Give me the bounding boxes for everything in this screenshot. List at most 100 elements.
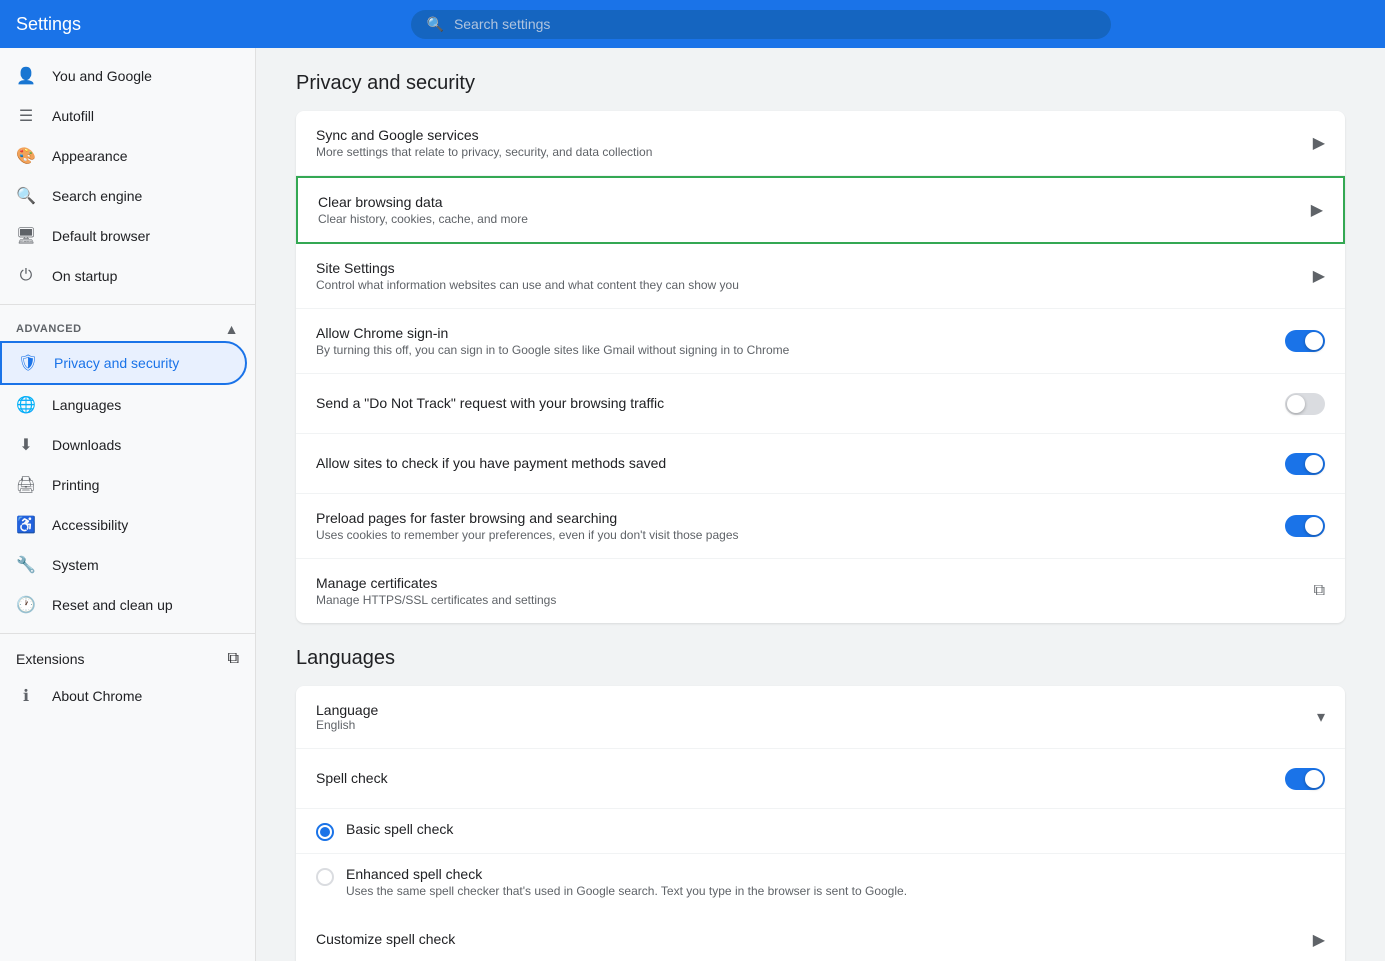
sidebar-label-reset: Reset and clean up: [52, 597, 173, 613]
sidebar-item-you-google[interactable]: 👤 You and Google: [0, 56, 247, 96]
sidebar-label-you-google: You and Google: [52, 68, 152, 84]
sidebar-item-appearance[interactable]: 🎨 Appearance: [0, 136, 247, 176]
allow-signin-text: Allow Chrome sign-in By turning this off…: [316, 325, 1285, 357]
privacy-card: Sync and Google services More settings t…: [296, 111, 1345, 623]
sync-google-title: Sync and Google services: [316, 127, 1297, 143]
do-not-track-title: Send a "Do Not Track" request with your …: [316, 395, 1285, 411]
chevron-down-icon: ▾: [1317, 707, 1325, 727]
sidebar-label-search-engine: Search engine: [52, 188, 142, 204]
sidebar-label-default-browser: Default browser: [52, 228, 150, 244]
site-settings-sub: Control what information websites can us…: [316, 278, 1297, 292]
spell-check-row[interactable]: Spell check: [296, 749, 1345, 809]
chevron-right-icon: ▶: [1311, 200, 1323, 220]
spell-option-enhanced[interactable]: Enhanced spell check Uses the same spell…: [296, 854, 1345, 910]
language-text: Language English: [316, 702, 1317, 732]
customize-spell-title: Customize spell check: [316, 931, 1297, 947]
downloads-icon: ⬇: [16, 435, 36, 455]
privacy-row-sync-google[interactable]: Sync and Google services More settings t…: [296, 111, 1345, 176]
sidebar-label-languages: Languages: [52, 397, 121, 413]
sync-google-sub: More settings that relate to privacy, se…: [316, 145, 1297, 159]
header: Settings 🔍: [0, 0, 1385, 48]
allow-signin-title: Allow Chrome sign-in: [316, 325, 1285, 341]
spell-option-basic[interactable]: Basic spell check: [296, 809, 1345, 854]
language-title: Language: [316, 702, 1317, 718]
language-value: English: [316, 718, 1317, 732]
payment-methods-text: Allow sites to check if you have payment…: [316, 455, 1285, 473]
search-input[interactable]: [454, 16, 1095, 32]
sidebar-item-on-startup[interactable]: ⏻ On startup: [0, 256, 247, 296]
manage-certs-sub: Manage HTTPS/SSL certificates and settin…: [316, 593, 1298, 607]
languages-card: Language English ▾ Spell check Basic spe…: [296, 686, 1345, 961]
allow-signin-sub: By turning this off, you can sign in to …: [316, 343, 1285, 357]
toggle-do-not-track[interactable]: [1285, 393, 1325, 415]
advanced-label: Advanced: [16, 323, 82, 335]
site-settings-title: Site Settings: [316, 260, 1297, 276]
toggle-preload-pages[interactable]: [1285, 515, 1325, 537]
printing-icon: 🖨: [16, 475, 36, 495]
external-link-icon: [228, 650, 239, 668]
sidebar-item-about[interactable]: ℹ About Chrome: [0, 676, 247, 716]
sidebar-item-default-browser[interactable]: 🖥 Default browser: [0, 216, 247, 256]
preload-pages-sub: Uses cookies to remember your preference…: [316, 528, 1285, 542]
sidebar-label-autofill: Autofill: [52, 108, 94, 124]
about-label: About Chrome: [52, 688, 142, 704]
privacy-security-icon: 🛡: [18, 353, 38, 373]
sidebar-item-reset[interactable]: 🕐 Reset and clean up: [0, 585, 247, 625]
preload-pages-text: Preload pages for faster browsing and se…: [316, 510, 1285, 542]
privacy-row-do-not-track[interactable]: Send a "Do Not Track" request with your …: [296, 374, 1345, 434]
sidebar-item-languages[interactable]: 🌐 Languages: [0, 385, 247, 425]
clear-browsing-sub: Clear history, cookies, cache, and more: [318, 212, 1295, 226]
chevron-right-icon: ▶: [1313, 930, 1325, 950]
external-link-icon: [1314, 582, 1325, 600]
toggle-allow-signin[interactable]: [1285, 330, 1325, 352]
sidebar-item-printing[interactable]: 🖨 Printing: [0, 465, 247, 505]
privacy-row-allow-signin[interactable]: Allow Chrome sign-in By turning this off…: [296, 309, 1345, 374]
search-bar[interactable]: 🔍: [411, 10, 1111, 39]
preload-pages-title: Preload pages for faster browsing and se…: [316, 510, 1285, 526]
customize-spell-text: Customize spell check: [316, 931, 1297, 949]
do-not-track-text: Send a "Do Not Track" request with your …: [316, 395, 1285, 413]
basic-label: Basic spell check: [346, 821, 453, 837]
extensions-row[interactable]: Extensions: [0, 642, 255, 676]
site-settings-text: Site Settings Control what information w…: [316, 260, 1297, 292]
clear-browsing-text: Clear browsing data Clear history, cooki…: [318, 194, 1295, 226]
sidebar: 👤 You and Google☰ Autofill🎨 Appearance🔍 …: [0, 48, 256, 961]
privacy-section-title: Privacy and security: [296, 72, 1345, 95]
sidebar-item-system[interactable]: 🔧 System: [0, 545, 247, 585]
manage-certs-text: Manage certificates Manage HTTPS/SSL cer…: [316, 575, 1298, 607]
privacy-row-manage-certs[interactable]: Manage certificates Manage HTTPS/SSL cer…: [296, 559, 1345, 623]
spell-check-toggle[interactable]: [1285, 768, 1325, 790]
advanced-nav: 🛡 Privacy and security🌐 Languages⬇ Downl…: [0, 341, 255, 625]
toggle-payment-methods[interactable]: [1285, 453, 1325, 475]
sidebar-item-downloads[interactable]: ⬇ Downloads: [0, 425, 247, 465]
sidebar-item-autofill[interactable]: ☰ Autofill: [0, 96, 247, 136]
reset-icon: 🕐: [16, 595, 36, 615]
app-title: Settings: [16, 14, 136, 35]
default-browser-icon: 🖥: [16, 226, 36, 246]
sidebar-item-privacy-security[interactable]: 🛡 Privacy and security: [0, 341, 247, 385]
radio-enhanced[interactable]: [316, 868, 334, 886]
privacy-row-preload-pages[interactable]: Preload pages for faster browsing and se…: [296, 494, 1345, 559]
customize-spell-check-row[interactable]: Customize spell check ▶: [296, 910, 1345, 961]
autofill-icon: ☰: [16, 106, 36, 126]
sidebar-item-search-engine[interactable]: 🔍 Search engine: [0, 176, 247, 216]
manage-certs-title: Manage certificates: [316, 575, 1298, 591]
privacy-row-payment-methods[interactable]: Allow sites to check if you have payment…: [296, 434, 1345, 494]
spell-check-title: Spell check: [316, 770, 1285, 786]
advanced-section-header[interactable]: Advanced ▲: [0, 313, 255, 341]
extensions-label: Extensions: [16, 651, 84, 667]
accessibility-icon: ♿: [16, 515, 36, 535]
privacy-row-clear-browsing[interactable]: Clear browsing data Clear history, cooki…: [296, 176, 1345, 244]
radio-basic[interactable]: [316, 823, 334, 841]
search-engine-icon: 🔍: [16, 186, 36, 206]
language-row[interactable]: Language English ▾: [296, 686, 1345, 749]
privacy-row-site-settings[interactable]: Site Settings Control what information w…: [296, 244, 1345, 309]
sidebar-label-downloads: Downloads: [52, 437, 121, 453]
sidebar-item-accessibility[interactable]: ♿ Accessibility: [0, 505, 247, 545]
chevron-right-icon: ▶: [1313, 133, 1325, 153]
spell-options: Basic spell check Enhanced spell check U…: [296, 809, 1345, 910]
enhanced-label: Enhanced spell check: [346, 866, 907, 882]
enhanced-sub: Uses the same spell checker that's used …: [346, 884, 907, 898]
appearance-icon: 🎨: [16, 146, 36, 166]
sync-google-text: Sync and Google services More settings t…: [316, 127, 1297, 159]
